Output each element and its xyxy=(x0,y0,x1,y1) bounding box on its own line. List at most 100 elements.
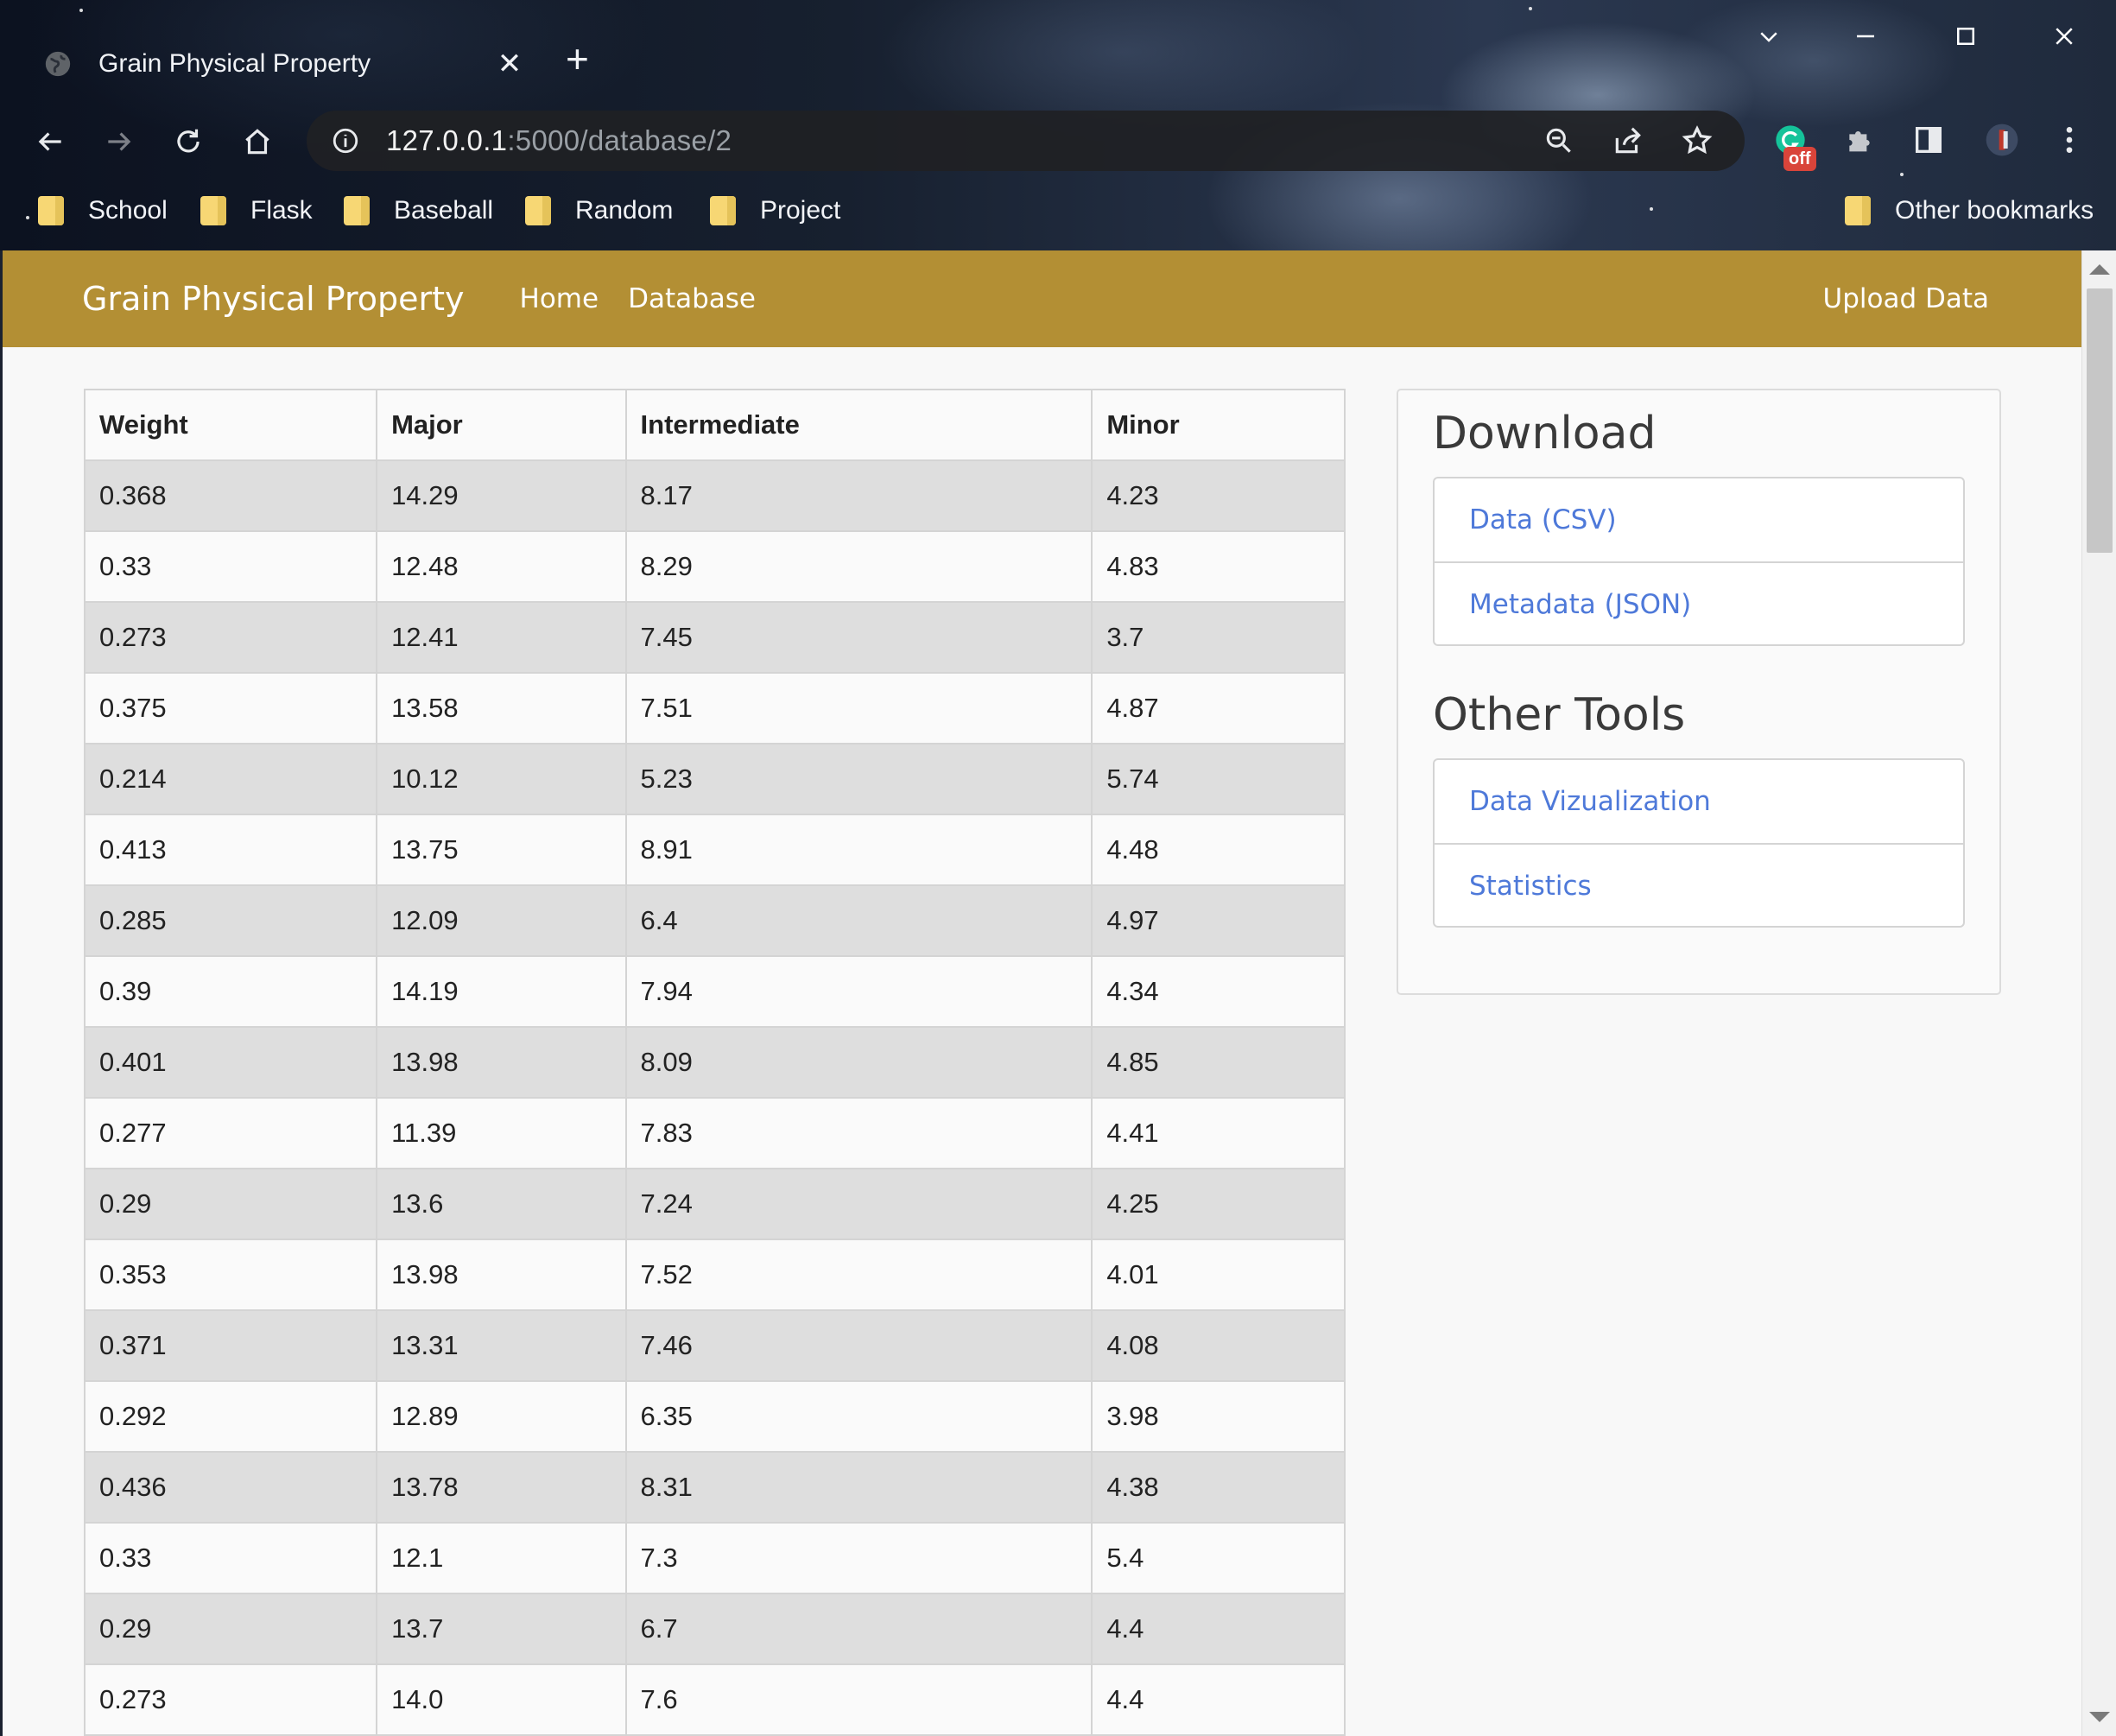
cell-weight: 0.285 xyxy=(83,884,378,957)
scroll-up-arrow-icon[interactable] xyxy=(2089,264,2110,275)
cell-weight: 0.368 xyxy=(83,459,378,532)
statistics-link[interactable]: Statistics xyxy=(1435,843,1963,926)
cell-major: 11.39 xyxy=(376,1097,627,1169)
cell-weight: 0.292 xyxy=(83,1380,378,1453)
chevron-down-icon[interactable] xyxy=(1734,16,1803,57)
cell-weight: 0.371 xyxy=(83,1309,378,1382)
zoom-icon[interactable] xyxy=(1543,124,1575,157)
cell-intermediate: 5.23 xyxy=(624,743,1093,815)
cell-weight: 0.39 xyxy=(83,955,378,1028)
header-major: Major xyxy=(376,389,627,461)
nav-link-database[interactable]: Database xyxy=(628,283,756,314)
table-row: 0.33 12.48 8.29 4.83 xyxy=(83,530,1346,603)
address-bar[interactable]: 127.0.0.1:5000/database/2 xyxy=(307,111,1745,171)
extension-off-badge: off xyxy=(1783,147,1816,171)
scroll-thumb[interactable] xyxy=(2087,288,2113,553)
cell-minor: 4.87 xyxy=(1091,672,1346,744)
cell-weight: 0.273 xyxy=(83,601,378,674)
table-row: 0.29 13.6 7.24 4.25 xyxy=(83,1168,1346,1240)
folder-icon xyxy=(38,196,64,225)
download-metadata-json-link[interactable]: Metadata (JSON) xyxy=(1435,561,1963,644)
cell-minor: 5.4 xyxy=(1091,1522,1346,1594)
header-weight: Weight xyxy=(83,389,378,461)
site-navbar: Grain Physical Property Home Database Up… xyxy=(3,250,2081,347)
cell-minor: 4.4 xyxy=(1091,1593,1346,1665)
nav-link-home[interactable]: Home xyxy=(520,283,599,314)
decorative-star xyxy=(1529,7,1532,10)
page-scrollbar[interactable] xyxy=(2081,250,2116,1736)
table-row: 0.39 14.19 7.94 4.34 xyxy=(83,955,1346,1028)
bookmark-project[interactable]: Project xyxy=(710,188,840,233)
window-close-icon[interactable] xyxy=(2030,16,2099,57)
cell-intermediate: 7.46 xyxy=(624,1309,1093,1382)
cell-major: 14.0 xyxy=(376,1663,627,1736)
maximize-icon[interactable] xyxy=(1931,16,2000,57)
bookmark-random[interactable]: Random xyxy=(525,188,673,233)
kebab-menu-icon[interactable] xyxy=(2045,116,2094,164)
sidepanel-icon[interactable] xyxy=(1904,116,1953,164)
plus-icon[interactable]: + xyxy=(566,39,589,79)
download-data-csv-link[interactable]: Data (CSV) xyxy=(1435,478,1963,561)
cell-minor: 4.34 xyxy=(1091,955,1346,1028)
url-text[interactable]: 127.0.0.1:5000/database/2 xyxy=(386,124,1543,157)
browser-tab[interactable]: Grain Physical Property ✕ xyxy=(17,19,553,109)
cell-major: 12.48 xyxy=(376,530,627,603)
cell-intermediate: 7.94 xyxy=(624,955,1093,1028)
bookmark-flask[interactable]: Flask xyxy=(200,188,313,233)
star-icon[interactable] xyxy=(1681,124,1714,157)
table-body: 0.368 14.29 8.17 4.23 0.33 12.48 8.29 4.83 0.273… xyxy=(83,459,1346,1736)
data-visualization-link[interactable]: Data Vizualization xyxy=(1435,760,1963,843)
folder-icon xyxy=(200,196,226,225)
table-row: 0.353 13.98 7.52 4.01 xyxy=(83,1239,1346,1311)
reload-icon[interactable] xyxy=(166,119,211,164)
grain-data-table: Weight Major Intermediate Minor 0.368 14.… xyxy=(83,389,1346,1736)
globe-icon xyxy=(45,51,71,77)
cell-major: 13.7 xyxy=(376,1593,627,1665)
cell-minor: 3.98 xyxy=(1091,1380,1346,1453)
table-row: 0.401 13.98 8.09 4.85 xyxy=(83,1026,1346,1099)
cell-minor: 4.25 xyxy=(1091,1168,1346,1240)
cell-weight: 0.33 xyxy=(83,1522,378,1594)
cell-major: 13.78 xyxy=(376,1451,627,1524)
cell-minor: 3.7 xyxy=(1091,601,1346,674)
cell-intermediate: 8.91 xyxy=(624,814,1093,886)
share-icon[interactable] xyxy=(1612,124,1644,157)
folder-icon xyxy=(525,196,551,225)
cell-major: 12.89 xyxy=(376,1380,627,1453)
cell-intermediate: 7.24 xyxy=(624,1168,1093,1240)
cell-major: 12.41 xyxy=(376,601,627,674)
navbar-brand[interactable]: Grain Physical Property xyxy=(82,280,465,318)
cell-intermediate: 6.35 xyxy=(624,1380,1093,1453)
bookmark-school[interactable]: School xyxy=(38,188,168,233)
side-panel: Download Data (CSV) Metadata (JSON) Othe… xyxy=(1397,389,2001,995)
home-icon[interactable] xyxy=(235,119,280,164)
cell-major: 13.31 xyxy=(376,1309,627,1382)
cell-weight: 0.353 xyxy=(83,1239,378,1311)
bookmark-baseball[interactable]: Baseball xyxy=(344,188,493,233)
decorative-star xyxy=(1900,173,1904,176)
cell-intermediate: 8.09 xyxy=(624,1026,1093,1099)
cell-weight: 0.29 xyxy=(83,1168,378,1240)
cell-major: 13.98 xyxy=(376,1026,627,1099)
cell-weight: 0.375 xyxy=(83,672,378,744)
cell-intermediate: 7.52 xyxy=(624,1239,1093,1311)
cell-weight: 0.401 xyxy=(83,1026,378,1099)
back-icon[interactable] xyxy=(28,119,73,164)
profile-avatar[interactable] xyxy=(1978,116,2026,164)
cell-minor: 4.41 xyxy=(1091,1097,1346,1169)
scroll-down-arrow-icon[interactable] xyxy=(2089,1712,2110,1722)
table-row: 0.273 14.0 7.6 4.4 xyxy=(83,1663,1346,1736)
puzzle-icon[interactable] xyxy=(1835,116,1884,164)
table-row: 0.29 13.7 6.7 4.4 xyxy=(83,1593,1346,1665)
cell-weight: 0.273 xyxy=(83,1663,378,1736)
info-icon[interactable] xyxy=(331,126,360,155)
cell-major: 14.19 xyxy=(376,955,627,1028)
nav-link-upload-data[interactable]: Upload Data xyxy=(1823,250,1990,347)
cell-minor: 4.85 xyxy=(1091,1026,1346,1099)
forward-icon[interactable] xyxy=(97,119,142,164)
cell-major: 14.29 xyxy=(376,459,627,532)
close-icon[interactable]: ✕ xyxy=(492,47,527,81)
cell-intermediate: 7.3 xyxy=(624,1522,1093,1594)
minimize-icon[interactable] xyxy=(1831,16,1900,57)
bookmark-other[interactable]: Other bookmarks xyxy=(1845,188,2094,233)
